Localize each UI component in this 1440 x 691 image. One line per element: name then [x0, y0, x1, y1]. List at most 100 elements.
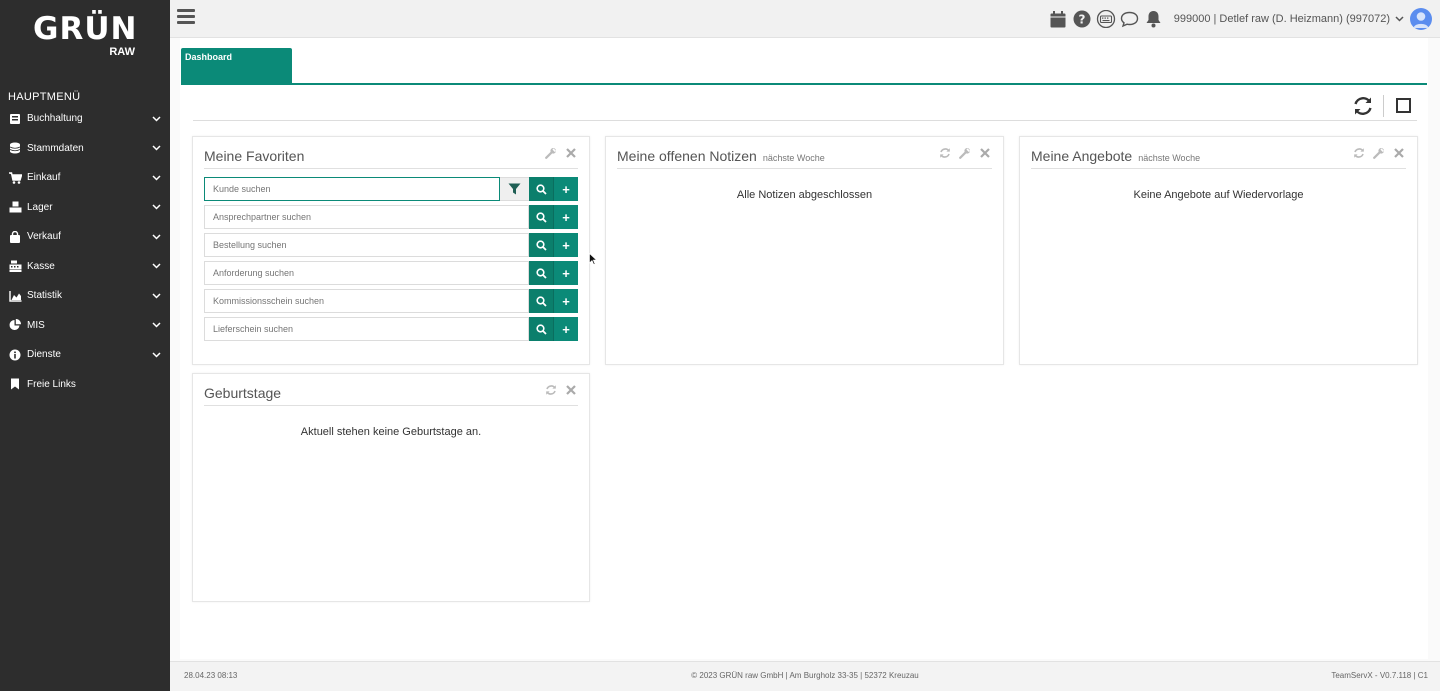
add-button[interactable]: + — [553, 261, 578, 285]
panel-tools — [932, 146, 992, 160]
search-button[interactable] — [529, 233, 553, 257]
bell-icon[interactable] — [1144, 9, 1164, 29]
chevron-down-icon — [150, 175, 162, 181]
close-icon[interactable] — [1392, 146, 1406, 160]
footer-version: TeamServX - V0.7.118 | C1 — [1331, 671, 1428, 680]
add-button[interactable]: + — [553, 289, 578, 313]
search-icon — [535, 323, 547, 335]
fav-row-kommissionsschein: + — [204, 289, 578, 313]
sidebar-item-label: Kasse — [27, 260, 55, 272]
sidebar-item-lager[interactable]: Lager — [0, 193, 170, 223]
chevron-down-icon — [150, 116, 162, 122]
cash-register-icon — [8, 259, 22, 273]
search-icon — [535, 239, 547, 251]
tab-underline — [181, 83, 1427, 85]
chevron-down-icon — [150, 234, 162, 240]
search-button[interactable] — [529, 205, 553, 229]
chat-icon[interactable] — [1120, 9, 1140, 29]
panel-geburtstage: Geburtstage Aktuell stehen keine Geburts… — [192, 373, 590, 602]
panel-title-text: Meine offenen Notizen — [617, 148, 757, 164]
refresh-icon[interactable] — [938, 146, 952, 160]
add-button[interactable]: + — [553, 205, 578, 229]
info-icon — [8, 348, 22, 362]
search-button[interactable] — [529, 177, 553, 201]
plus-icon: + — [562, 237, 570, 253]
kommissionsschein-search-input[interactable] — [204, 289, 529, 313]
sidebar-item-label: Statistik — [27, 290, 63, 302]
maximize-icon[interactable] — [1396, 98, 1411, 113]
search-button[interactable] — [529, 289, 553, 313]
sidebar-item-label: Einkauf — [27, 172, 61, 184]
panel-header: Meine Favoriten — [204, 137, 578, 169]
help-icon[interactable]: ? — [1072, 9, 1092, 29]
ansprechpartner-search-input[interactable] — [204, 205, 529, 229]
panel-title-text: Meine Angebote — [1031, 148, 1133, 164]
plus-icon: + — [562, 321, 570, 337]
wrench-icon[interactable] — [958, 146, 972, 160]
bestellung-search-input[interactable] — [204, 233, 529, 257]
panel-tools — [538, 383, 578, 397]
sidebar-item-einkauf[interactable]: Einkauf — [0, 163, 170, 193]
close-icon[interactable] — [564, 146, 578, 160]
tab-dashboard[interactable]: Dashboard — [181, 48, 292, 83]
sidebar-item-dienste[interactable]: Dienste — [0, 340, 170, 370]
refresh-icon[interactable] — [544, 383, 558, 397]
sidebar-item-label: Verkauf — [27, 231, 61, 243]
chevron-down-icon — [150, 204, 162, 210]
fav-row-lieferschein: + — [204, 317, 578, 341]
refresh-icon[interactable] — [1352, 95, 1374, 117]
search-icon — [535, 211, 547, 223]
chevron-down-icon[interactable] — [1394, 9, 1404, 29]
add-button[interactable]: + — [553, 317, 578, 341]
cubes-icon — [8, 200, 22, 214]
empty-message: Alle Notizen abgeschlossen — [736, 189, 873, 201]
main-menu-title: HAUPTMENÜ — [8, 91, 81, 103]
wrench-icon[interactable] — [544, 146, 558, 160]
filter-icon — [508, 183, 521, 195]
chevron-down-icon — [150, 322, 162, 328]
calendar-icon[interactable] — [1048, 9, 1068, 29]
main-area: Dashboard Meine Favoriten + — [170, 38, 1440, 691]
chevron-down-icon — [150, 263, 162, 269]
filter-button[interactable] — [500, 177, 529, 201]
close-icon[interactable] — [564, 383, 578, 397]
shopping-bag-icon — [8, 230, 22, 244]
search-icon — [535, 295, 547, 307]
panel-header: Geburtstage — [204, 374, 578, 406]
empty-message: Keine Angebote auf Wiedervorlage — [1133, 189, 1304, 201]
anforderung-search-input[interactable] — [204, 261, 529, 285]
add-button[interactable]: + — [553, 177, 578, 201]
search-button[interactable] — [529, 317, 553, 341]
database-icon — [8, 141, 22, 155]
footer-copyright: © 2023 GRÜN raw GmbH | Am Burgholz 33-35… — [691, 671, 919, 680]
sidebar-item-verkauf[interactable]: Verkauf — [0, 222, 170, 252]
menu-toggle-icon[interactable] — [177, 9, 195, 27]
pie-chart-icon — [8, 318, 22, 332]
sidebar-item-stammdaten[interactable]: Stammdaten — [0, 134, 170, 164]
toolbar-divider — [1383, 95, 1384, 117]
wrench-icon[interactable] — [1372, 146, 1386, 160]
sidebar-item-buchhaltung[interactable]: Buchhaltung — [0, 104, 170, 134]
panel-notizen: Meine offenen Notizen nächste Woche Alle … — [605, 136, 1004, 365]
refresh-icon[interactable] — [1352, 146, 1366, 160]
chevron-down-icon — [150, 352, 162, 358]
close-icon[interactable] — [978, 146, 992, 160]
mouse-cursor-icon — [589, 253, 597, 265]
sidebar-item-freie-links[interactable]: Freie Links — [0, 370, 170, 400]
brand-logo[interactable]: GRÜN RAW — [33, 12, 143, 62]
panel-header: Meine offenen Notizen nächste Woche — [617, 137, 992, 169]
add-button[interactable]: + — [553, 233, 578, 257]
sidebar-item-label: Dienste — [27, 349, 61, 361]
kunde-search-input[interactable] — [204, 177, 500, 201]
plus-icon: + — [562, 265, 570, 281]
search-button[interactable] — [529, 261, 553, 285]
avatar[interactable] — [1410, 8, 1432, 30]
sidebar-item-mis[interactable]: MIS — [0, 311, 170, 341]
keyboard-icon[interactable] — [1096, 9, 1116, 29]
search-icon — [535, 267, 547, 279]
toolbar-divider-line — [193, 120, 1417, 121]
sidebar-item-statistik[interactable]: Statistik — [0, 281, 170, 311]
lieferschein-search-input[interactable] — [204, 317, 529, 341]
user-info[interactable]: 999000 | Detlef raw (D. Heizmann) (99707… — [1174, 13, 1390, 25]
sidebar-item-kasse[interactable]: Kasse — [0, 252, 170, 282]
